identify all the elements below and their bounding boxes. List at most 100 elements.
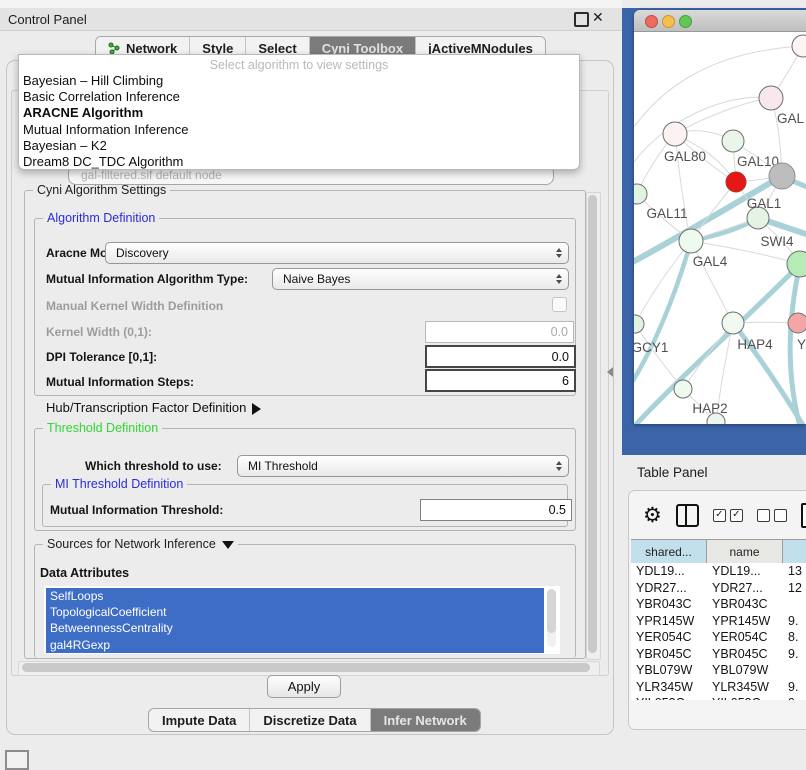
table-cell: YPR145W <box>707 613 783 630</box>
apply-button[interactable]: Apply <box>267 675 341 698</box>
float-window-button[interactable] <box>574 12 589 27</box>
attribute-item[interactable]: TopologicalCoefficient <box>46 604 544 620</box>
manual-kernel-checkbox[interactable] <box>552 297 567 312</box>
network-node-gal4[interactable] <box>679 229 703 253</box>
network-node-gal11[interactable] <box>634 184 647 204</box>
network-node-gray-node[interactable] <box>769 163 795 189</box>
table-cell: YBR043C <box>631 596 707 613</box>
tab-discretize-data[interactable]: Discretize Data <box>250 709 370 731</box>
attr-rows: SelfLoopsTopologicalCoefficientBetweenne… <box>46 588 544 653</box>
zoom-traffic-light-icon[interactable] <box>679 15 692 28</box>
column-header-name[interactable]: name <box>707 540 783 563</box>
algorithm-option[interactable]: Mutual Information Inference <box>23 122 575 138</box>
minimized-panel-icon[interactable] <box>5 750 29 770</box>
gear-icon[interactable]: ⚙ <box>643 505 662 526</box>
node-label-gal4: GAL4 <box>693 254 728 269</box>
table-row[interactable]: YLR345WYLR345W9. <box>631 679 806 696</box>
node-label-gal11: GAL11 <box>646 206 687 221</box>
settings-vertical-scrollbar[interactable] <box>586 192 601 660</box>
table-toolbar: ⚙ ✓✓ <box>629 491 806 539</box>
panel-collapse-arrow[interactable] <box>607 367 613 377</box>
node-label-swi4: SWI4 <box>760 234 793 249</box>
table-cell: YBR045C <box>707 646 783 663</box>
attribute-item[interactable]: gal4RGexp <box>46 637 544 653</box>
table-row[interactable]: YBL079WYBL079W <box>631 662 806 679</box>
bottom-tabbar: Impute Data Discretize Data Infer Networ… <box>148 708 481 732</box>
manual-kernel-label: Manual Kernel Width Definition <box>46 299 223 313</box>
algorithm-option[interactable]: Bayesian – K2 <box>23 138 575 154</box>
threshold-definition-title: Threshold Definition <box>43 421 162 435</box>
table-row[interactable]: YIL053CYIL053C9 <box>631 695 806 700</box>
deselect-all-icon[interactable] <box>757 509 787 522</box>
expanded-arrow-icon <box>222 541 234 549</box>
table-cell: 9. <box>783 613 806 630</box>
table-cell: 9 <box>783 695 806 700</box>
aracne-mode-value: Discovery <box>106 246 550 260</box>
node-label-pink-y: Y <box>797 337 806 352</box>
network-window[interactable]: GALGAL80GAL10GAL1GAL11GAL4SWI4HAP4YGCY1H… <box>634 10 806 424</box>
column-layout-icon[interactable] <box>676 504 699 527</box>
network-node-gal10[interactable] <box>722 130 744 152</box>
combo-stepper-icon <box>550 461 568 471</box>
network-node-gal-pink[interactable] <box>759 86 783 110</box>
mi-steps-input[interactable]: 6 <box>425 369 576 392</box>
network-node-hap2[interactable] <box>674 380 692 398</box>
sources-title[interactable]: Sources for Network Inference <box>43 537 238 551</box>
aracne-mode-combo[interactable]: Discovery <box>105 242 569 264</box>
column-header-partial[interactable] <box>783 540 806 563</box>
network-node-gal80[interactable] <box>663 122 687 146</box>
control-panel-title: Control Panel <box>8 12 87 27</box>
attributes-scrollbar[interactable] <box>547 589 556 647</box>
mi-type-combo[interactable]: Naive Bayes <box>272 268 569 290</box>
network-canvas[interactable]: GALGAL80GAL10GAL1GAL11GAL4SWI4HAP4YGCY1H… <box>634 32 806 424</box>
table-row[interactable]: YBR043CYBR043C <box>631 596 806 613</box>
mi-threshold-title: MI Threshold Definition <box>51 477 187 491</box>
column-header-shared-name[interactable]: shared... <box>631 540 707 563</box>
settings-horizontal-scrollbar[interactable] <box>18 661 600 676</box>
dpi-tolerance-input[interactable]: 0.0 <box>425 345 576 368</box>
table-row[interactable]: YER054CYER054C8. <box>631 629 806 646</box>
document-icon[interactable] <box>801 503 806 528</box>
hub-definition-toggle[interactable]: Hub/Transcription Factor Definition <box>46 400 261 415</box>
close-traffic-light-icon[interactable] <box>645 15 658 28</box>
which-threshold-combo[interactable]: MI Threshold <box>237 455 569 477</box>
node-label-hap2: HAP2 <box>692 401 727 416</box>
table-row[interactable]: YDR27...YDR27...12 <box>631 580 806 597</box>
close-icon[interactable]: ✕ <box>592 9 604 26</box>
network-window-titlebar[interactable] <box>634 10 806 32</box>
table-row[interactable]: YDL19...YDL19...13 <box>631 563 806 580</box>
attribute-item[interactable]: SelfLoops <box>46 588 544 604</box>
algorithm-option[interactable]: Basic Correlation Inference <box>23 89 575 105</box>
combo-stepper-icon <box>550 248 568 258</box>
kernel-width-input[interactable]: 0.0 <box>425 321 574 343</box>
sources-title-label: Sources for Network Inference <box>47 537 216 551</box>
algorithm-option[interactable]: ARACNE Algorithm <box>23 105 575 121</box>
cyni-settings-title: Cyni Algorithm Settings <box>33 183 170 197</box>
table-cell: YDR27... <box>707 580 783 597</box>
table-row[interactable]: YBR045CYBR045C9. <box>631 646 806 663</box>
network-node-gcy1[interactable] <box>634 315 644 333</box>
data-attributes-list[interactable]: SelfLoopsTopologicalCoefficientBetweenne… <box>44 586 560 654</box>
algorithm-option[interactable]: Dream8 DC_TDC Algorithm <box>23 154 575 170</box>
table-row[interactable]: YPR145WYPR145W9. <box>631 613 806 630</box>
minimize-traffic-light-icon[interactable] <box>662 15 675 28</box>
network-node-red-node[interactable] <box>726 172 746 192</box>
node-label-hap4: HAP4 <box>737 337 773 352</box>
data-attributes-label: Data Attributes <box>40 566 129 580</box>
tab-infer-network[interactable]: Infer Network <box>371 709 480 731</box>
algorithm-option[interactable]: Bayesian – Hill Climbing <box>23 73 575 89</box>
tab-impute-data[interactable]: Impute Data <box>149 709 250 731</box>
mi-threshold-input[interactable]: 0.5 <box>420 499 572 521</box>
network-graph: GALGAL80GAL10GAL1GAL11GAL4SWI4HAP4YGCY1H… <box>634 32 806 424</box>
table-cell: YPR145W <box>631 613 707 630</box>
network-node-pink-y[interactable] <box>788 313 806 333</box>
combo-stepper-icon <box>550 274 568 284</box>
attribute-item[interactable]: BetweennessCentrality <box>46 620 544 636</box>
table-cell: YBL079W <box>707 662 783 679</box>
select-all-icon[interactable]: ✓✓ <box>713 509 743 522</box>
mi-type-label: Mutual Information Algorithm Type: <box>46 272 248 286</box>
node-label-gal1: GAL1 <box>747 196 782 211</box>
network-node-top-partial[interactable] <box>792 35 806 57</box>
table-cell: YIL053C <box>631 695 707 700</box>
network-node-hap4[interactable] <box>722 312 744 334</box>
